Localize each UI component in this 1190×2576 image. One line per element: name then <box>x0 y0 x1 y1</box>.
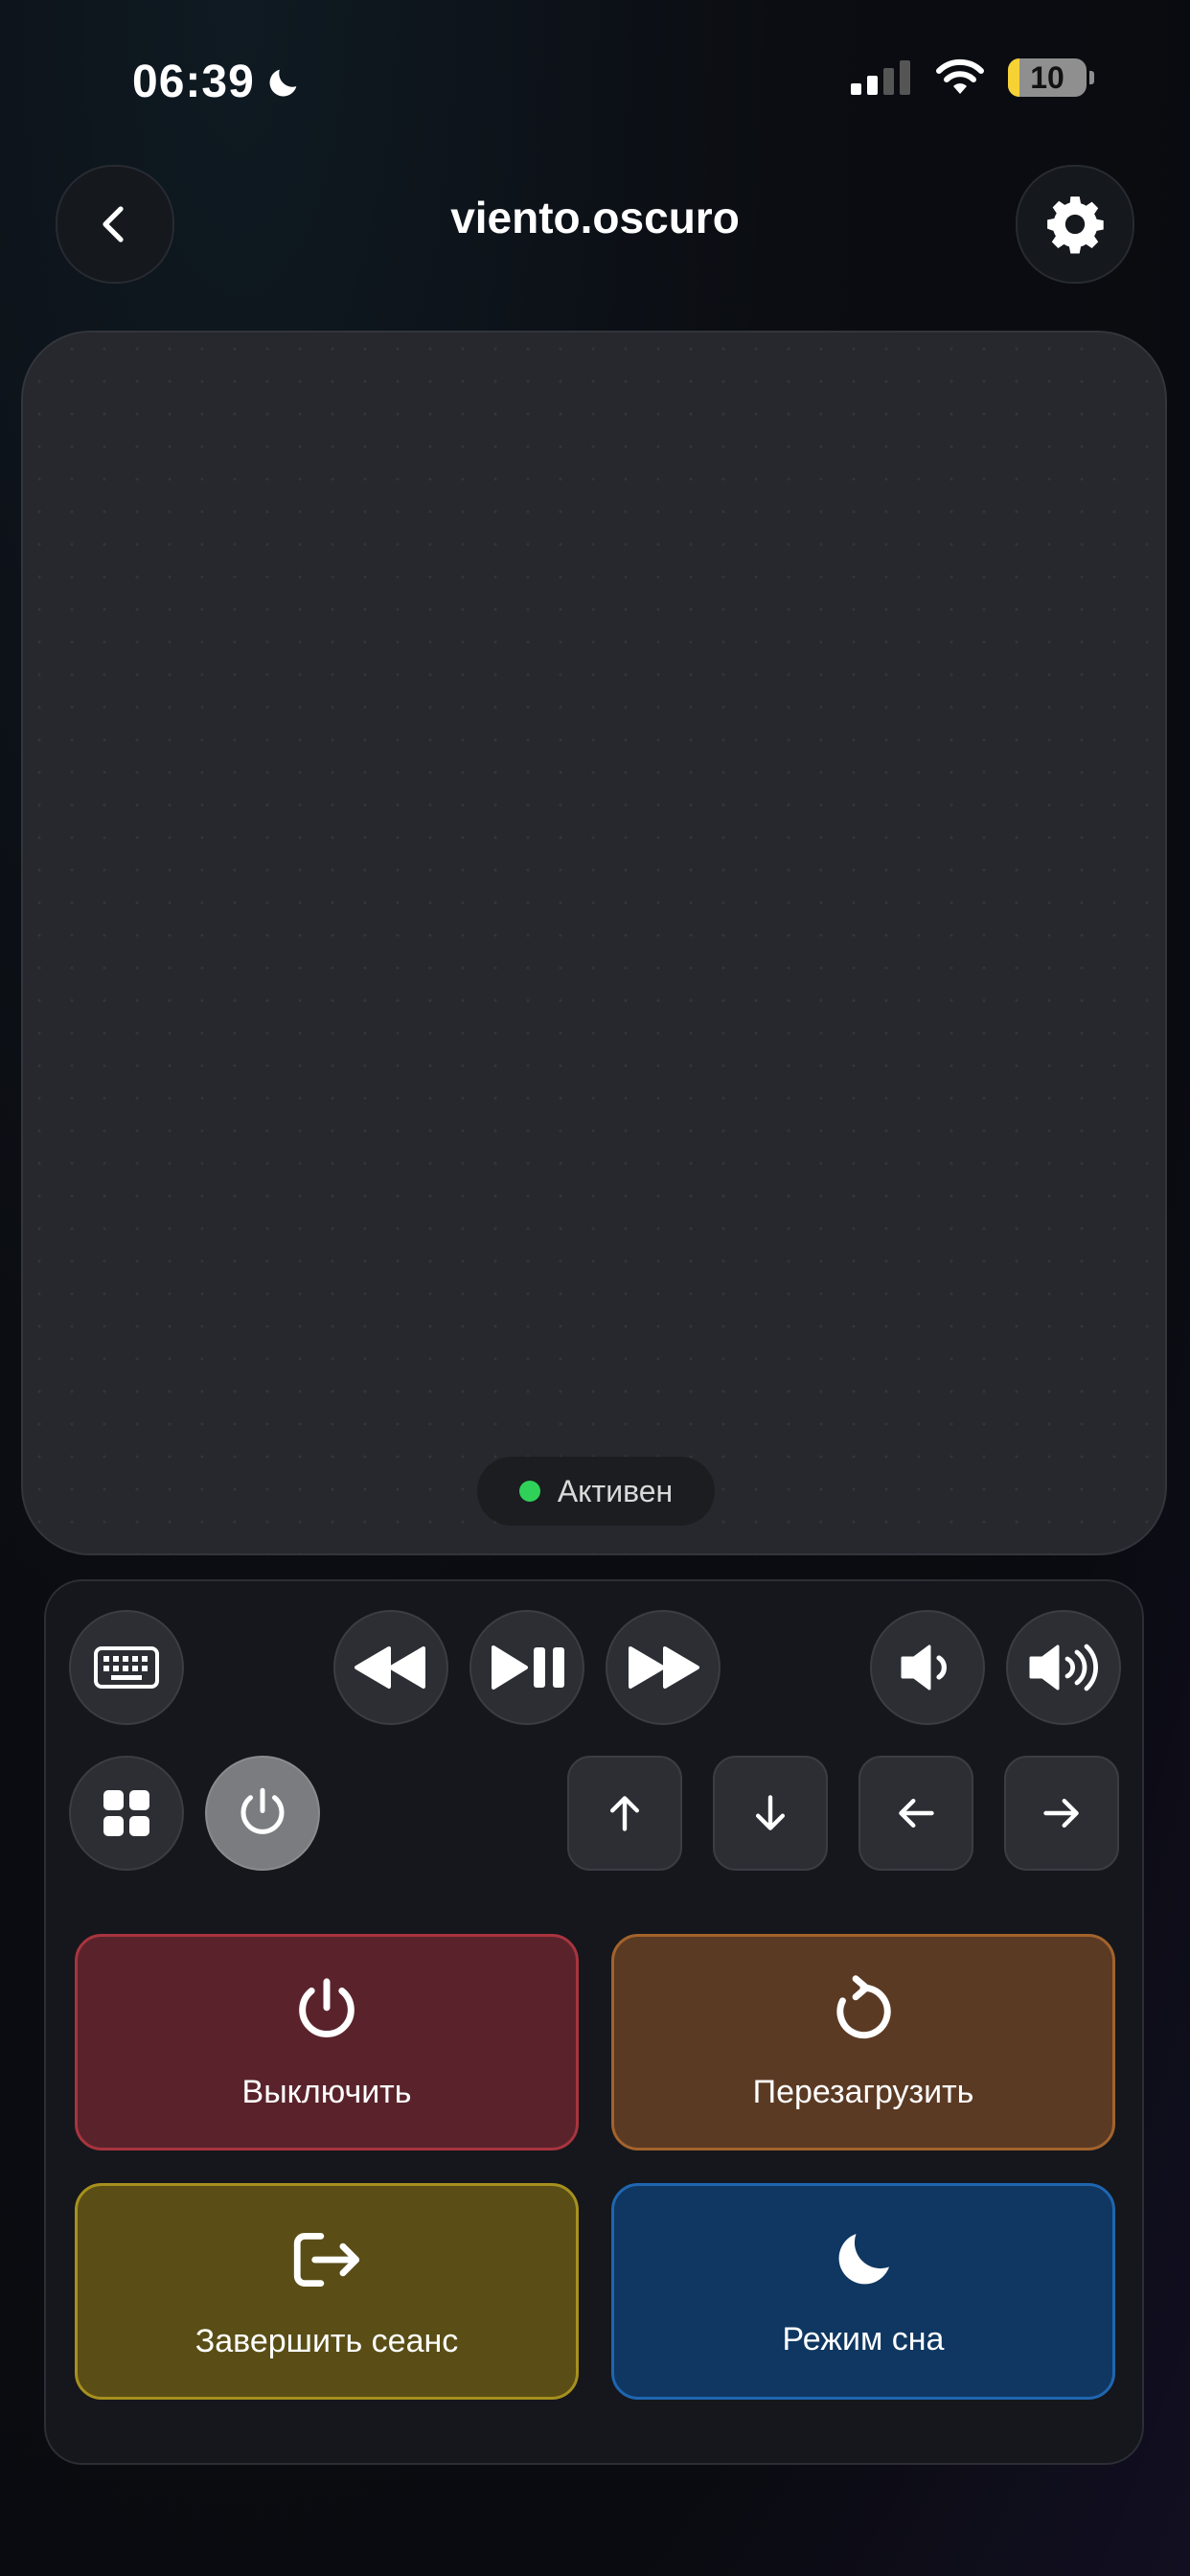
shutdown-label: Выключить <box>241 2073 412 2110</box>
rewind-button[interactable] <box>333 1610 448 1725</box>
fast-forward-button[interactable] <box>606 1610 721 1725</box>
moon-icon <box>269 69 297 96</box>
shutdown-button[interactable]: Выключить <box>75 1934 579 2150</box>
sleep-button[interactable]: Режим сна <box>611 2183 1115 2400</box>
restart-icon <box>836 1974 891 2038</box>
status-text: Активен <box>557 1473 674 1508</box>
arrow-left-button[interactable] <box>858 1756 973 1871</box>
arrow-down-icon <box>755 1795 786 1830</box>
volume-up-icon <box>1029 1644 1098 1691</box>
power-icon <box>240 1787 285 1834</box>
trackpad-area[interactable] <box>21 331 1167 1555</box>
keyboard-button[interactable] <box>69 1610 184 1725</box>
arrow-down-button[interactable] <box>713 1756 828 1871</box>
power-toggle-button[interactable] <box>205 1756 320 1871</box>
cellular-signal-icon <box>851 60 910 95</box>
power-icon <box>299 1977 355 2037</box>
status-dot-icon <box>518 1481 540 1502</box>
arrow-up-button[interactable] <box>567 1756 682 1871</box>
grid-icon <box>103 1790 149 1836</box>
restart-button[interactable]: Перезагрузить <box>611 1934 1115 2150</box>
logout-button[interactable]: Завершить сеанс <box>75 2183 579 2400</box>
logout-icon <box>293 2232 360 2287</box>
status-badge: Активен <box>477 1457 715 1526</box>
arrow-right-icon <box>1043 1798 1079 1828</box>
volume-down-icon <box>901 1644 947 1690</box>
gear-icon <box>1047 196 1104 254</box>
page-title: viento.oscuro <box>450 193 740 242</box>
keyboard-icon <box>94 1646 159 1689</box>
logout-label: Завершить сеанс <box>195 2322 459 2359</box>
battery-level: 10 <box>1030 59 1064 95</box>
arrow-up-icon <box>609 1796 640 1831</box>
play-pause-icon <box>492 1645 564 1690</box>
sleep-label: Режим сна <box>782 2320 945 2358</box>
apps-grid-button[interactable] <box>69 1756 184 1871</box>
moon-icon <box>838 2233 889 2284</box>
volume-up-button[interactable] <box>1006 1610 1121 1725</box>
arrow-left-icon <box>899 1798 934 1828</box>
volume-down-button[interactable] <box>870 1610 985 1725</box>
fast-forward-icon <box>629 1646 699 1689</box>
rewind-icon <box>355 1646 425 1689</box>
restart-label: Перезагрузить <box>752 2073 974 2110</box>
wifi-icon <box>936 58 984 94</box>
play-pause-button[interactable] <box>469 1610 584 1725</box>
status-time: 06:39 <box>132 56 303 108</box>
status-time-text: 06:39 <box>132 57 255 107</box>
arrow-right-button[interactable] <box>1004 1756 1119 1871</box>
battery-indicator: 10 <box>1008 58 1094 97</box>
status-icons: 10 <box>851 58 1094 98</box>
settings-button[interactable] <box>1016 165 1134 284</box>
